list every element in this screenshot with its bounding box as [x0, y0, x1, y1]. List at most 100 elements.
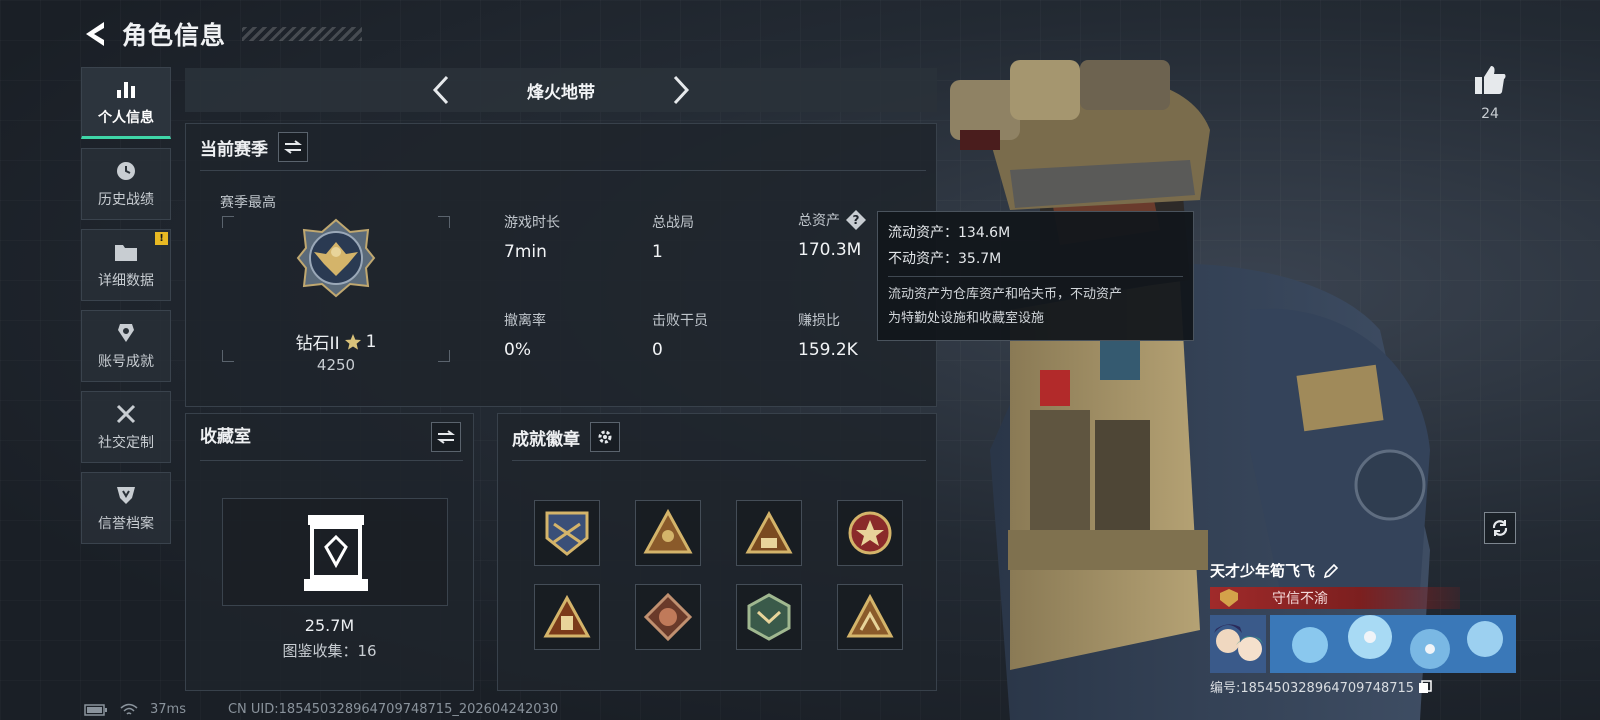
- collection-switch-button[interactable]: [431, 422, 461, 452]
- status-bar: 37ms CN UID:1854503289647097487​15_20260…: [84, 702, 558, 717]
- rank-name: 钻石II: [295, 334, 340, 354]
- badge-icon: [846, 593, 894, 638]
- sidebar-item-history[interactable]: 历史战绩: [81, 148, 171, 220]
- shield-icon: [113, 483, 139, 507]
- achievement-badge-2[interactable]: [635, 500, 701, 566]
- display-case-icon: [304, 515, 368, 591]
- stat-label: 击败干员: [652, 313, 708, 329]
- sidebar-item-personal-info[interactable]: 个人信息: [81, 67, 171, 139]
- prev-mode-button[interactable]: [421, 70, 461, 110]
- like-count: 24: [1481, 106, 1499, 122]
- sidebar-item-label: 详细数据: [98, 273, 154, 289]
- stat-value: 7min: [504, 242, 547, 262]
- stat-value: 0%: [504, 340, 531, 360]
- player-id: 编号:185450328964709748715: [1210, 681, 1415, 696]
- collection-divider: [200, 460, 463, 461]
- title-decoration: [242, 27, 363, 41]
- warning-badge: !: [155, 232, 168, 245]
- stat-value: 0: [652, 340, 663, 360]
- stat-value: 1: [652, 242, 663, 262]
- rank-emblem-icon: [296, 218, 376, 298]
- badge-icon: [543, 594, 591, 638]
- season-best-label: 赛季最高: [220, 195, 276, 211]
- help-icon[interactable]: ?: [846, 210, 866, 230]
- like-section: 24: [1468, 64, 1512, 122]
- achievement-badge-3[interactable]: [736, 500, 802, 566]
- sidebar-item-label: 账号成就: [98, 354, 154, 370]
- stat-profit-ratio: 赚损比 159.2K: [798, 310, 858, 360]
- stat-value: 170.3M: [798, 240, 862, 260]
- next-mode-button[interactable]: [661, 70, 701, 110]
- star-icon: [344, 333, 361, 350]
- season-header: 当前赛季: [200, 132, 308, 162]
- assets-tooltip: 流动资产：134.6M 不动资产：35.7M 流动资产为仓库资产和哈夫币，不动资…: [877, 211, 1194, 341]
- copy-icon[interactable]: [1418, 679, 1432, 694]
- rank-stars: 1: [365, 331, 377, 352]
- collection-room-preview[interactable]: [222, 498, 448, 606]
- stat-label-row: 总资产 ?: [798, 210, 866, 230]
- player-card: 天才少年筍飞飞 守信不渝 编号:185450328964709748715: [1210, 560, 1516, 696]
- season-divider: [200, 170, 926, 171]
- stat-extraction-rate: 撤离率 0%: [504, 310, 546, 360]
- player-banner[interactable]: [1210, 615, 1516, 673]
- sidebar-item-social[interactable]: 社交定制: [81, 391, 171, 463]
- back-arrow-icon: [86, 22, 104, 46]
- badges-divider: [512, 460, 926, 461]
- achievement-badge-4[interactable]: [837, 500, 903, 566]
- stat-label: 总战局: [652, 215, 694, 231]
- chevron-right-icon: [673, 75, 690, 105]
- badge-icon: [643, 508, 693, 554]
- stat-operators-defeated: 击败干员 0: [652, 310, 708, 360]
- tools-icon: [113, 402, 139, 426]
- badges-header: 成就徽章: [512, 422, 620, 452]
- badges-title: 成就徽章: [512, 429, 580, 450]
- back-button[interactable]: [80, 19, 110, 49]
- season-panel: 当前赛季 赛季最高 钻石II 1 4250 游戏时长 7min 总战局 1 总资…: [185, 123, 937, 407]
- sidebar-item-detailed-data[interactable]: ! 详细数据: [81, 229, 171, 301]
- sidebar-item-achievements[interactable]: 账号成就: [81, 310, 171, 382]
- sidebar-item-credit[interactable]: 信誉档案: [81, 472, 171, 544]
- stat-label: 总资产: [798, 213, 840, 229]
- rotate-model-button[interactable]: [1484, 512, 1516, 544]
- page-title: 角色信息: [122, 21, 227, 50]
- season-title: 当前赛季: [200, 139, 268, 160]
- stat-label: 游戏时长: [504, 215, 560, 231]
- stat-label: 赚损比: [798, 313, 840, 329]
- sidebar-item-label: 社交定制: [98, 435, 154, 451]
- avatar: [1210, 615, 1266, 673]
- stat-value: 159.2K: [798, 340, 858, 360]
- sidebar-item-label: 个人信息: [98, 110, 154, 126]
- player-id-row: 编号:185450328964709748715: [1210, 677, 1516, 696]
- season-switch-button[interactable]: [278, 132, 308, 162]
- sidebar: 个人信息 历史战绩 ! 详细数据 账号成就 社交定制 信誉档案: [81, 67, 171, 544]
- collection-title: 收藏室: [200, 427, 251, 447]
- sidebar-item-label: 历史战绩: [98, 192, 154, 208]
- ping-text: 37ms: [150, 702, 186, 717]
- swap-icon: [437, 430, 455, 444]
- honor-text: 守信不渝: [1272, 591, 1328, 607]
- achievement-badge-7[interactable]: [736, 584, 802, 650]
- player-name: 天才少年筍飞飞: [1210, 562, 1316, 580]
- tooltip-description-line2: 为特勤处设施和收藏室设施: [888, 311, 1045, 326]
- achievement-badge-8[interactable]: [837, 584, 903, 650]
- achievement-badge-5[interactable]: [534, 584, 600, 650]
- battery-icon: [84, 703, 107, 716]
- badge-icon: [545, 511, 589, 556]
- badge-icon: [747, 593, 791, 641]
- badges-settings-button[interactable]: [590, 422, 620, 452]
- sidebar-item-label: 信誉档案: [98, 516, 154, 532]
- rank-name-row: 钻石II 1: [222, 329, 450, 355]
- swap-icon: [284, 140, 302, 154]
- achievement-badge-6[interactable]: [635, 584, 701, 650]
- achievement-badge-1[interactable]: [534, 500, 600, 566]
- thumbs-up-icon[interactable]: [1473, 64, 1507, 96]
- clock-icon: [113, 159, 139, 183]
- trophy-icon: [113, 321, 139, 345]
- refresh-icon: [1492, 520, 1508, 536]
- collection-count: 图鉴收集：16: [282, 642, 377, 660]
- tooltip-description-line1: 流动资产为仓库资产和哈夫币，不动资产: [888, 287, 1123, 302]
- rank-points: 4250: [316, 356, 356, 374]
- stat-play-time: 游戏时长 7min: [504, 212, 560, 262]
- edit-icon[interactable]: [1323, 563, 1339, 579]
- gear-icon: [598, 430, 612, 444]
